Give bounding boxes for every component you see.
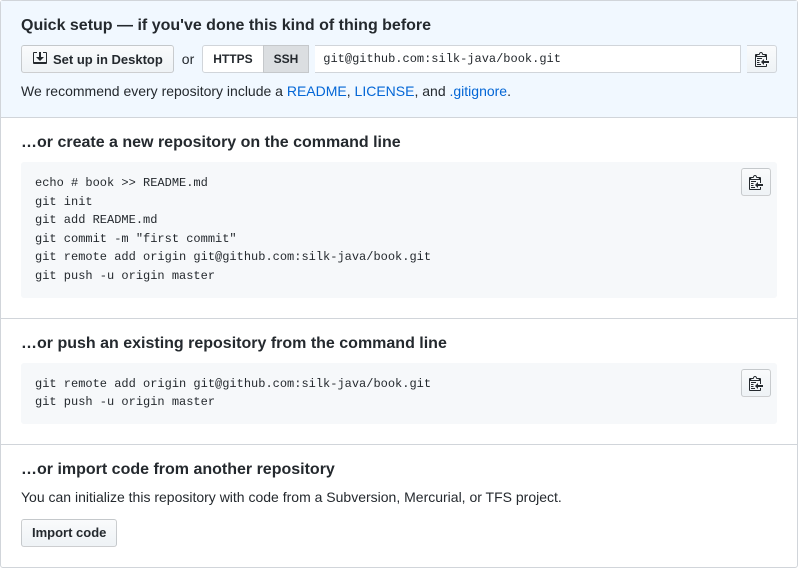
create-repo-title: …or create a new repository on the comma…	[21, 134, 777, 152]
copy-push-code-button[interactable]	[741, 369, 771, 397]
import-section: …or import code from another repository …	[1, 445, 797, 567]
quick-setup-title: Quick setup — if you've done this kind o…	[21, 17, 777, 35]
push-repo-code: git remote add origin git@github.com:sil…	[21, 363, 777, 424]
clipboard-icon	[749, 174, 763, 190]
readme-link[interactable]: README	[287, 83, 347, 99]
import-button-label: Import code	[32, 525, 106, 540]
copy-create-code-button[interactable]	[741, 168, 771, 196]
desktop-button-label: Set up in Desktop	[53, 52, 163, 67]
recommendation-text: We recommend every repository include a …	[21, 83, 777, 99]
import-code-button[interactable]: Import code	[21, 519, 117, 547]
clipboard-icon	[749, 375, 763, 391]
clipboard-icon	[755, 51, 769, 67]
import-description: You can initialize this repository with …	[21, 489, 777, 505]
push-repo-section: …or push an existing repository from the…	[1, 319, 797, 445]
quick-setup-panel: Quick setup — if you've done this kind o…	[1, 1, 797, 118]
protocol-toggle: HTTPS SSH	[202, 45, 309, 73]
copy-url-button[interactable]	[747, 45, 777, 73]
license-link[interactable]: LICENSE	[355, 83, 415, 99]
setup-row: Set up in Desktop or HTTPS SSH	[21, 45, 777, 73]
import-title: …or import code from another repository	[21, 461, 777, 479]
create-repo-code: echo # book >> README.md git init git ad…	[21, 162, 777, 298]
push-repo-title: …or push an existing repository from the…	[21, 335, 777, 353]
desktop-download-icon	[32, 51, 48, 67]
or-text: or	[182, 51, 194, 67]
ssh-button[interactable]: SSH	[263, 45, 310, 73]
https-button[interactable]: HTTPS	[202, 45, 263, 73]
create-repo-section: …or create a new repository on the comma…	[1, 118, 797, 319]
gitignore-link[interactable]: .gitignore	[450, 83, 508, 99]
set-up-desktop-button[interactable]: Set up in Desktop	[21, 45, 174, 73]
clone-url-input[interactable]	[315, 45, 741, 73]
